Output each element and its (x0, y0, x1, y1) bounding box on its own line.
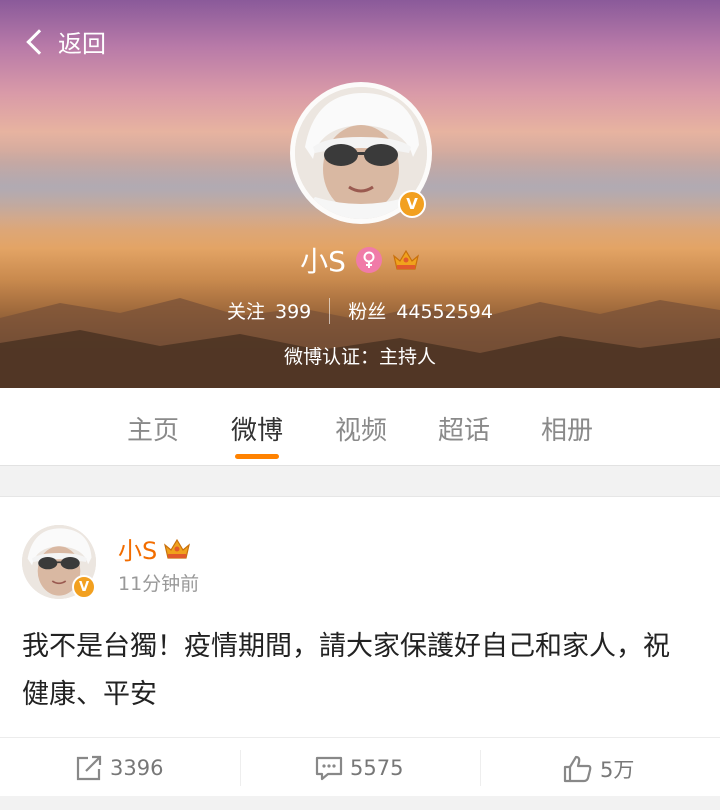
active-tab-indicator (235, 454, 279, 459)
back-label: 返回 (58, 30, 106, 58)
followers-stat[interactable]: 粉丝 44552594 (348, 297, 493, 324)
post-body: 我不是台獨！疫情期間，請大家保護好自己和家人，祝 健康、平安 (22, 631, 670, 710)
comment-count: 5575 (350, 756, 404, 780)
tab-album[interactable]: 相册 (527, 410, 607, 447)
post-author-name: 小S (118, 537, 158, 565)
thumbs-up-icon (563, 755, 592, 783)
chevron-left-icon (26, 28, 52, 55)
followers-label: 粉丝 (348, 301, 387, 323)
tab-home[interactable]: 主页 (113, 410, 193, 447)
tab-weibo[interactable]: 微博 (217, 410, 297, 447)
comment-icon (315, 756, 343, 781)
post-card[interactable]: V 小S 11分钟前 我不是台獨！疫情期間，請大家保護好自己和家人，祝 健康、平… (0, 496, 720, 796)
verified-v-icon: V (72, 575, 96, 599)
following-stat[interactable]: 关注 399 (227, 297, 311, 324)
back-button[interactable]: 返回 (24, 24, 106, 59)
like-button[interactable]: 5万 (562, 754, 634, 784)
following-count: 399 (275, 301, 312, 323)
repost-button[interactable]: 3396 (74, 754, 163, 782)
repost-icon (76, 755, 102, 781)
profile-stats: 关注 399 粉丝 44552594 (0, 297, 720, 324)
verification-text: 微博认证：主持人 (283, 346, 436, 368)
verified-v-icon: V (398, 190, 426, 218)
crown-icon[interactable] (163, 537, 191, 561)
stats-divider (329, 297, 331, 324)
post-author[interactable]: 小S (118, 531, 191, 566)
followers-count: 44552594 (396, 301, 493, 323)
post-actions: 3396 5575 5万 (0, 737, 720, 797)
tab-video[interactable]: 视频 (321, 410, 401, 447)
repost-count: 3396 (110, 756, 164, 780)
profile-tabs: 主页 微博 视频 超话 相册 (0, 388, 720, 466)
feed-gap (0, 796, 720, 810)
comment-button[interactable]: 5575 (314, 754, 403, 782)
female-icon (355, 247, 382, 273)
profile-banner: 返回 V 小S 关注 399 粉丝 44552594 微博认证：主持人 (0, 0, 720, 388)
action-divider (480, 750, 481, 786)
tab-supertopic[interactable]: 超话 (424, 410, 504, 447)
crown-icon[interactable] (392, 248, 420, 272)
profile-name-row: 小S (0, 240, 720, 280)
profile-name: 小S (300, 245, 346, 278)
action-divider (240, 750, 241, 786)
following-label: 关注 (226, 301, 265, 323)
like-count: 5万 (600, 758, 635, 782)
post-timestamp: 11分钟前 (118, 573, 200, 595)
